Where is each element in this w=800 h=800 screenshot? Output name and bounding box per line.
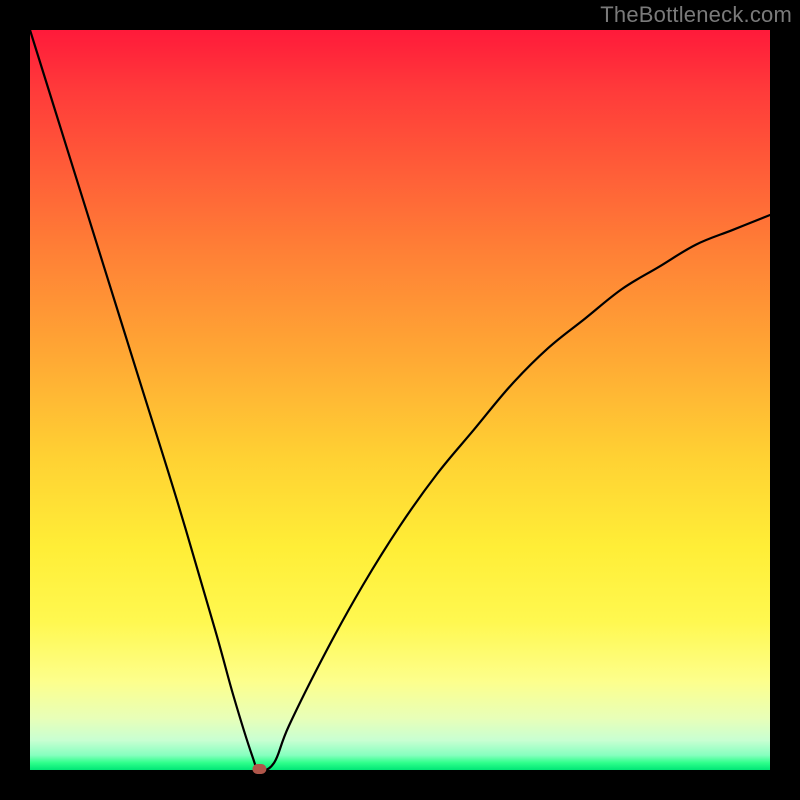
bottleneck-curve bbox=[30, 30, 770, 771]
chart-svg bbox=[30, 30, 770, 770]
chart-frame: TheBottleneck.com bbox=[0, 0, 800, 800]
watermark-text: TheBottleneck.com bbox=[600, 2, 792, 28]
optimal-marker bbox=[252, 764, 266, 774]
